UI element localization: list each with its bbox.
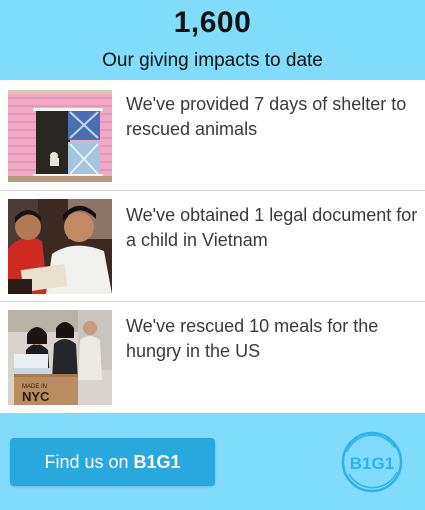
b1g1-logo-text: B1G1 [350, 454, 394, 473]
impact-text: We've rescued 10 meals for the hungry in… [126, 316, 379, 361]
impact-text: We've obtained 1 legal document for a ch… [126, 205, 418, 250]
list-item[interactable]: MADE IN NYC We've rescued 10 meals for t… [0, 302, 425, 413]
impact-list: We've provided 7 days of shelter to resc… [0, 80, 425, 413]
find-us-button[interactable]: Find us on B1G1 [10, 438, 215, 486]
b1g1-logo[interactable]: B1G1 [337, 430, 407, 494]
svg-text:NYC: NYC [22, 389, 50, 404]
impact-text: We've provided 7 days of shelter to resc… [126, 94, 407, 139]
impact-subtitle: Our giving impacts to date [102, 50, 323, 71]
footer: Find us on B1G1 B1G1 [0, 413, 425, 510]
volunteers-meals-image: MADE IN NYC [8, 310, 112, 405]
animal-shelter-image [8, 90, 112, 182]
list-item[interactable]: We've provided 7 days of shelter to resc… [0, 80, 425, 191]
impact-header: 1,600 Our giving impacts to date [0, 0, 425, 80]
find-us-brand: B1G1 [133, 452, 181, 472]
find-us-label: Find us on [44, 452, 134, 472]
impact-count: 1,600 [173, 6, 252, 39]
list-item[interactable]: We've obtained 1 legal document for a ch… [0, 191, 425, 302]
children-vietnam-image [8, 199, 112, 294]
